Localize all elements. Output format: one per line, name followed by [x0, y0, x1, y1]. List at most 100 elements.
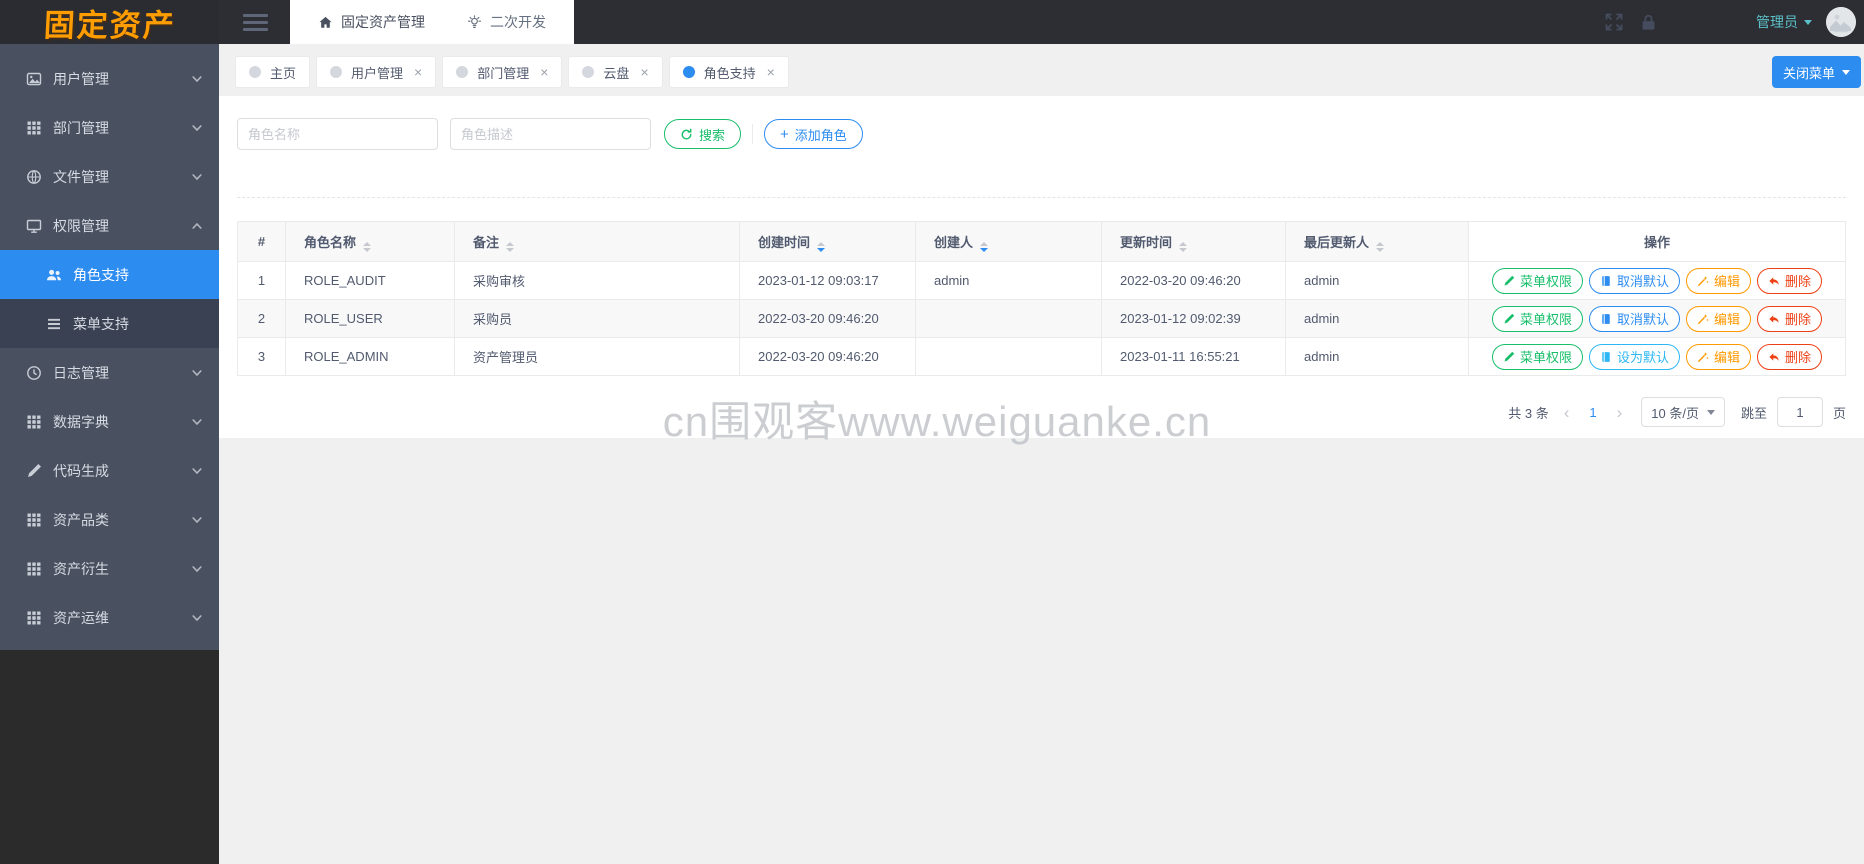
sidebar-item-role-support[interactable]: 角色支持 [0, 250, 219, 299]
bulb-icon [467, 15, 482, 30]
reply-arrow-icon [1768, 351, 1780, 363]
sort-icon[interactable] [506, 241, 515, 252]
col-updated[interactable]: 更新时间 [1101, 221, 1286, 262]
menu-permission-button[interactable]: 菜单权限 [1491, 267, 1583, 294]
sidebar-item-asset-ops[interactable]: 资产运维 [0, 593, 219, 642]
add-role-button[interactable]: + 添加角色 [764, 119, 863, 149]
chevron-down-icon [191, 416, 203, 428]
close-icon[interactable]: × [414, 65, 422, 79]
breadcrumb-home[interactable]: 固定资产管理 [318, 12, 425, 32]
sort-icon[interactable] [1179, 241, 1188, 252]
menu-permission-button[interactable]: 菜单权限 [1491, 305, 1583, 332]
tab-dept-mgmt[interactable]: 部门管理 × [442, 56, 563, 88]
prev-page-button[interactable]: ‹ [1559, 404, 1575, 421]
search-button[interactable]: 搜索 [664, 119, 742, 149]
cancel-default-button[interactable]: 取消默认 [1588, 267, 1680, 294]
chevron-down-icon [191, 171, 203, 183]
image-icon [26, 71, 42, 87]
set-default-button[interactable]: 设为默认 [1588, 343, 1680, 370]
sidebar-item-label: 数据字典 [53, 413, 109, 430]
cancel-default-button[interactable]: 取消默认 [1588, 305, 1680, 332]
edit-button[interactable]: 编辑 [1686, 305, 1752, 332]
cell-created: 2022-03-20 09:46:20 [739, 337, 916, 376]
tab-role-support[interactable]: 角色支持 × [668, 56, 789, 88]
tab-dot-icon [682, 66, 695, 78]
close-icon[interactable]: × [640, 65, 648, 79]
sidebar-item-label: 菜单支持 [73, 315, 129, 332]
edit-button[interactable]: 编辑 [1686, 343, 1752, 370]
wand-icon [1697, 313, 1709, 325]
filter-row: 搜索 + 添加角色 [237, 118, 1846, 150]
close-icon[interactable]: × [767, 65, 775, 79]
wand-icon [1697, 351, 1709, 363]
sidebar-item-dept-mgmt[interactable]: 部门管理 [0, 103, 219, 152]
globe-icon [26, 169, 42, 185]
top-header: 固定资产 固定资产管理 二次开发 管理员 [0, 0, 1864, 44]
tab-cloud-disk[interactable]: 云盘 × [568, 56, 663, 88]
sidebar-item-user-mgmt[interactable]: 用户管理 [0, 54, 219, 103]
sidebar-item-log-mgmt[interactable]: 日志管理 [0, 348, 219, 397]
sidebar-item-label: 文件管理 [53, 168, 109, 185]
refresh-icon [680, 128, 693, 141]
sidebar-item-asset-category[interactable]: 资产品类 [0, 495, 219, 544]
cell-remark: 采购审核 [454, 261, 740, 300]
col-remark[interactable]: 备注 [454, 221, 740, 262]
chevron-down-icon [191, 73, 203, 85]
table-header-row: # 角色名称 备注 创建时间 创建人 更新时间 最后更新人 操作 [237, 221, 1846, 262]
sort-icon[interactable] [817, 241, 826, 252]
fullscreen-icon[interactable] [1604, 12, 1624, 32]
menu-permission-button[interactable]: 菜单权限 [1491, 343, 1583, 370]
table-row: 3 ROLE_ADMIN 资产管理员 2022-03-20 09:46:20 2… [237, 337, 1846, 376]
tab-dot-icon [456, 66, 469, 78]
plus-icon: + [780, 125, 789, 143]
pen-icon [1503, 313, 1515, 325]
role-desc-input[interactable] [450, 118, 651, 150]
wand-icon [1697, 275, 1709, 287]
delete-button[interactable]: 删除 [1757, 267, 1823, 294]
delete-button[interactable]: 删除 [1757, 305, 1823, 332]
col-updater[interactable]: 最后更新人 [1285, 221, 1469, 262]
role-name-input[interactable] [237, 118, 438, 150]
tab-user-mgmt[interactable]: 用户管理 × [316, 56, 437, 88]
sort-icon[interactable] [1376, 241, 1385, 252]
sidebar-item-perm-mgmt[interactable]: 权限管理 [0, 201, 219, 250]
breadcrumb-dev-label: 二次开发 [490, 14, 546, 30]
sidebar-item-label: 资产衍生 [53, 560, 109, 577]
tab-strip: 主页 用户管理 × 部门管理 × 云盘 × 角色支持 × 关闭菜单 [219, 44, 1864, 96]
page-number[interactable]: 1 [1584, 405, 1601, 420]
delete-button[interactable]: 删除 [1757, 343, 1823, 370]
col-created[interactable]: 创建时间 [739, 221, 916, 262]
tab-home[interactable]: 主页 [235, 56, 311, 88]
hamburger-menu-icon[interactable] [243, 10, 268, 35]
sidebar-item-code-gen[interactable]: 代码生成 [0, 446, 219, 495]
sidebar-item-menu-support[interactable]: 菜单支持 [0, 299, 219, 348]
sidebar-item-label: 资产品类 [53, 511, 109, 528]
table-row: 1 ROLE_AUDIT 采购审核 2023-01-12 09:03:17 ad… [237, 261, 1846, 300]
sidebar-item-asset-derive[interactable]: 资产衍生 [0, 544, 219, 593]
chevron-down-icon [191, 465, 203, 477]
lock-icon[interactable] [1639, 13, 1658, 32]
col-creator[interactable]: 创建人 [915, 221, 1102, 262]
page-size-select[interactable]: 10 条/页 [1641, 397, 1725, 427]
grid-icon [26, 610, 42, 626]
cell-actions: 菜单权限 设为默认 编辑 删除 [1468, 337, 1846, 376]
cell-updater: admin [1285, 261, 1469, 300]
chevron-down-icon [191, 563, 203, 575]
edit-button[interactable]: 编辑 [1686, 267, 1752, 294]
avatar[interactable] [1826, 7, 1856, 37]
next-page-button[interactable]: › [1612, 404, 1628, 421]
breadcrumb-dev[interactable]: 二次开发 [467, 12, 546, 32]
sidebar-item-file-mgmt[interactable]: 文件管理 [0, 152, 219, 201]
monitor-icon [26, 218, 42, 234]
col-role-name[interactable]: 角色名称 [285, 221, 455, 262]
sidebar-item-data-dict[interactable]: 数据字典 [0, 397, 219, 446]
user-menu[interactable]: 管理员 [1756, 12, 1798, 32]
sort-icon[interactable] [363, 241, 372, 252]
jump-page-input[interactable] [1776, 397, 1823, 427]
close-menu-button[interactable]: 关闭菜单 [1771, 56, 1861, 88]
grid-icon [26, 120, 42, 136]
sort-icon[interactable] [980, 241, 989, 252]
sidebar-item-label: 权限管理 [53, 217, 109, 234]
close-icon[interactable]: × [540, 65, 548, 79]
avatar-placeholder-icon [1826, 7, 1856, 37]
